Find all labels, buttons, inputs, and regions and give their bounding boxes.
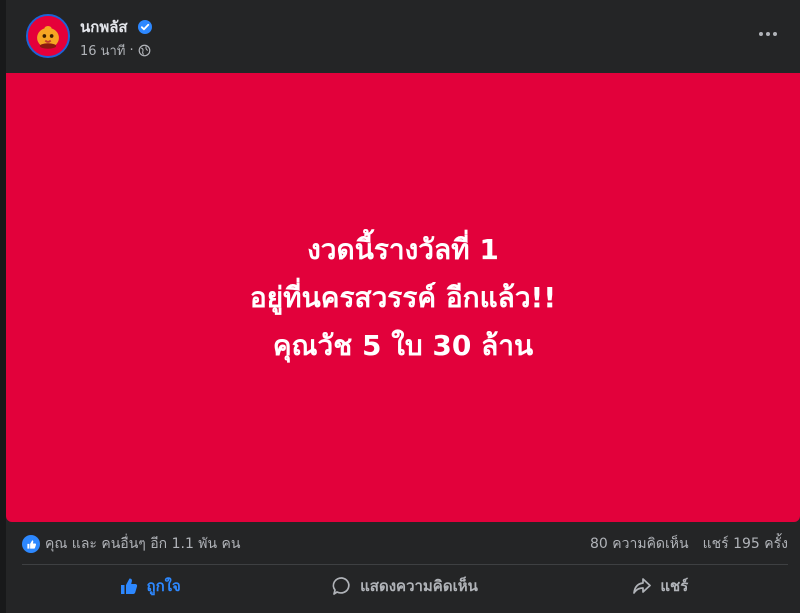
like-reaction-icon[interactable] [22,535,40,553]
comment-button[interactable]: แสดงความคิดเห็น [277,568,532,604]
share-button[interactable]: แชร์ [533,568,788,604]
banner-line-1: งวดนี้รางวัลที่ 1 [307,232,499,266]
page-avatar[interactable] [26,14,70,58]
comment-bubble-icon [332,576,352,596]
verified-badge-icon [137,19,152,34]
bird-logo-icon [28,16,68,56]
globe-icon[interactable] [138,44,151,57]
more-options-icon[interactable] [756,24,780,44]
page-name-label[interactable]: นกพลัส [80,18,128,36]
post-meta: 16 นาที · [80,40,151,61]
thumbs-up-icon [119,576,139,596]
post-timestamp[interactable]: 16 นาที [80,40,125,61]
action-bar: ถูกใจ แสดงความคิดเห็น แชร์ [22,568,788,604]
like-button-label: ถูกใจ [146,577,181,595]
comments-count[interactable]: 80 ความคิดเห็น [590,533,689,555]
divider [22,564,788,565]
share-button-label: แชร์ [660,577,689,595]
share-arrow-icon [632,576,652,596]
post-image-banner[interactable]: งวดนี้รางวัลที่ 1 อยู่ที่นครสวรรค์ อีกแล… [6,73,800,522]
post-stats: คุณ และ คนอื่นๆ อีก 1.1 พัน คน 80 ความคิ… [22,532,788,556]
meta-separator: · [129,43,134,58]
page-name[interactable]: นกพลัส [80,15,152,39]
banner-line-3: คุณวัช 5 ใบ 30 ล้าน [272,328,534,362]
comment-button-label: แสดงความคิดเห็น [360,577,478,595]
shares-count[interactable]: แชร์ 195 ครั้ง [703,533,788,555]
reactions-summary[interactable]: คุณ และ คนอื่นๆ อีก 1.1 พัน คน [45,533,241,555]
banner-line-2: อยู่ที่นครสวรรค์ อีกแล้ว!! [249,280,557,314]
like-button[interactable]: ถูกใจ [22,568,277,604]
